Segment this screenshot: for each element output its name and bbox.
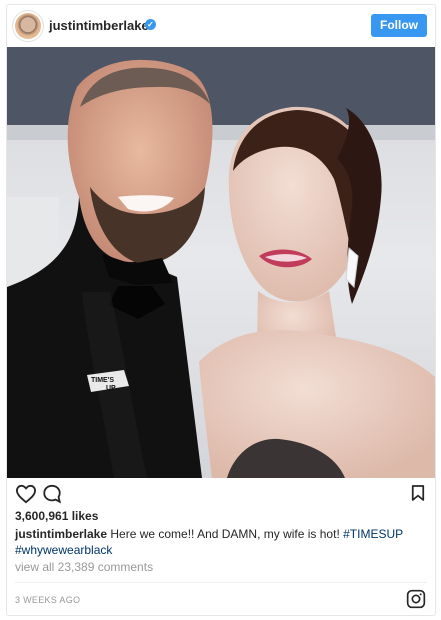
bookmark-icon[interactable] (411, 484, 425, 502)
instagram-icon[interactable] (406, 589, 426, 609)
post-caption: justintimberlake Here we come!! And DAMN… (15, 526, 419, 558)
instagram-post-card: justintimberlake ✓ Follow TIME'S UP 3,60… (6, 4, 436, 616)
likes-count[interactable]: 3,600,961 likes (15, 509, 98, 523)
avatar[interactable] (15, 13, 41, 39)
verified-icon: ✓ (145, 19, 156, 30)
caption-text: Here we come!! And DAMN, my wife is hot! (107, 527, 344, 541)
post-photo[interactable]: TIME'S UP (7, 47, 435, 478)
pin-text-1: TIME'S (91, 377, 114, 384)
post-timestamp: 3 WEEKS AGO (15, 595, 81, 605)
caption-username[interactable]: justintimberlake (15, 527, 107, 541)
pin-text-2: UP (106, 385, 116, 392)
comment-icon[interactable] (42, 484, 62, 504)
photo-illustration: TIME'S UP (7, 47, 435, 478)
post-username[interactable]: justintimberlake (49, 18, 149, 33)
hashtag-whywewearblack[interactable]: #whywewearblack (15, 543, 112, 557)
post-header: justintimberlake ✓ Follow (7, 5, 435, 47)
follow-button[interactable]: Follow (371, 14, 427, 37)
view-all-comments-link[interactable]: view all 23,389 comments (15, 560, 153, 574)
hashtag-timesup[interactable]: #TIMESUP (343, 527, 403, 541)
post-actions (7, 480, 435, 508)
post-divider (15, 582, 427, 583)
heart-icon[interactable] (15, 484, 37, 504)
